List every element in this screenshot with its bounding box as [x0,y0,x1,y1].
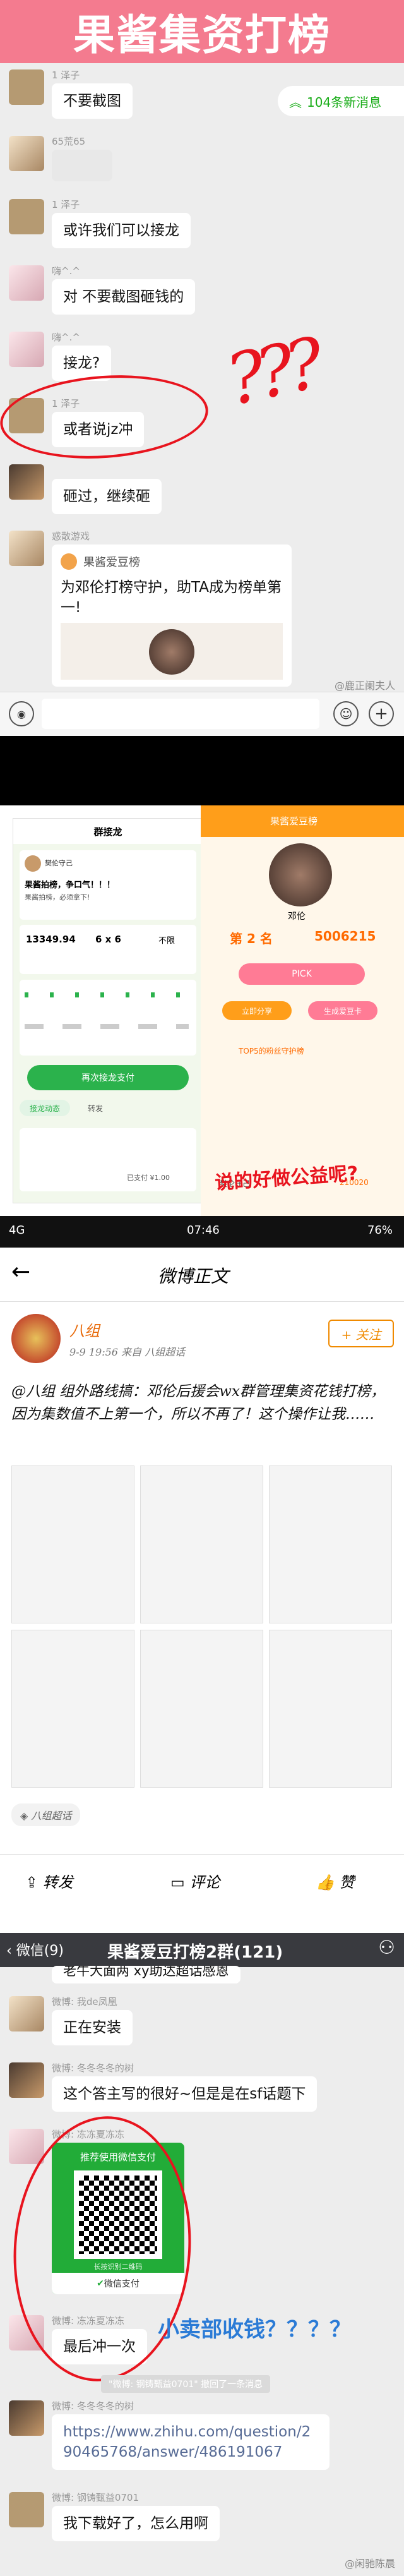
rank-number: 第 2 名 [230,931,273,946]
post-image[interactable] [269,1466,392,1623]
screen-title: 群接龙 [13,819,203,844]
repost-icon: ⇪ [25,1874,43,1891]
title-banner: 果酱集资打榜 [0,0,404,63]
app-logo-icon [61,553,77,570]
share-button[interactable]: 立即分享 [222,1001,292,1020]
follow-button[interactable]: + 关注 [328,1320,394,1347]
avatar[interactable] [9,332,44,367]
voice-icon[interactable]: ◉ [9,701,34,726]
relay-list: 已支付 ¥1.00 [20,1128,196,1191]
score: 5006215 [314,929,376,944]
avatar[interactable] [9,136,44,171]
comment-icon: ▭ [170,1874,190,1891]
post-image[interactable] [140,1630,263,1788]
unread-messages-badge[interactable]: ︽ 104条新消息 [278,86,404,116]
message-bubble[interactable] [52,150,112,181]
username[interactable]: 八组 [69,1318,100,1340]
plus-icon[interactable]: + [369,701,394,726]
group-relay-screen: 群接龙 樊伦守己 果酱拍榜，争口气！！！ 果酱拍榜，必须拿下! 13349.94… [13,818,203,1203]
message-bubble[interactable]: 这个答主写的很好~但是是在sf话题下 [52,2076,318,2112]
sender-name: 1 泽子 [52,69,80,81]
group-members-icon[interactable]: ⚇ [378,1937,395,1959]
banner-title: 果酱集资打榜 [73,11,331,59]
sender-name: 惑散游戏 [52,531,90,542]
sender-name: 65荒65 [52,136,86,147]
message-bubble[interactable]: 对 不要截图砸钱的 [52,279,196,315]
question-marks-annotation: ??? [220,323,324,421]
message-bubble[interactable]: 正在安装 [52,2010,133,2045]
blue-annotation: 小卖部收钱？？？？ [158,2317,351,2342]
avatar[interactable] [9,199,44,234]
repost-button[interactable]: ⇪ 转发 [25,1870,73,1892]
message-bubble[interactable]: 我下载好了，怎么用啊 [52,2506,220,2541]
avatar[interactable] [9,2129,44,2164]
message-bubble[interactable]: 老牛大面两 xy助达超话感恩 [52,1966,241,1983]
chevron-up-icon: ︽ [289,94,302,110]
avatar [25,855,41,872]
sender-name: 嗨^.^ [52,265,80,277]
sender-name: 嗨^.^ [52,332,80,343]
red-circle-annotation [0,368,211,466]
black-divider [0,736,404,805]
avatar[interactable] [9,2492,44,2527]
back-button[interactable]: ‹ 微信(9) [6,1939,64,1959]
post-image[interactable] [11,1630,134,1788]
mini-program-card[interactable]: 果酱爱豆榜 为邓伦打榜守护，助TA成为榜单第一! [52,545,292,687]
diamond-icon: ◈ [20,1810,32,1822]
status-bar: 4G 07:46 76% [0,1216,404,1248]
pick-button[interactable]: PICK [239,963,365,985]
message-input[interactable] [42,699,319,729]
idol-avatar [269,843,332,906]
idol-rank-screen: 果酱爱豆榜 邓伦 第 2 名 5006215 PICK 立即分享 生成爱豆卡 T… [201,805,404,1216]
watermark: @闲驰陈晨 [344,2558,395,2570]
avatar[interactable] [9,1996,44,2031]
page-title: 微博正文 [158,1266,229,1287]
avatar[interactable] [9,69,44,105]
post-image[interactable] [269,1630,392,1788]
avatar[interactable] [9,531,44,566]
tab-forward[interactable]: 转发 [76,1100,114,1116]
post-image[interactable] [11,1466,134,1623]
total-amount: 13349.94 [26,934,76,945]
message-bubble[interactable]: 砸过，继续砸 [52,479,162,514]
avatar[interactable] [9,2400,44,2436]
watermark: @鹿正阑夫人 [334,680,395,692]
avatar[interactable] [9,464,44,500]
card-image [61,623,283,680]
avatar[interactable] [9,265,44,301]
emoji-icon[interactable]: ☺ [333,701,359,726]
message-bubble[interactable]: 不要截图 [52,83,133,119]
card-title: 为邓伦打榜守护，助TA成为榜单第一! [61,579,282,616]
system-notice: "微博: 钢铸甄益0701" 撤回了一条消息 [101,2375,271,2393]
message-bubble[interactable]: 或许我们可以接龙 [52,213,191,248]
relay-pay-button[interactable]: 再次接龙支付 [27,1065,189,1090]
like-button[interactable]: 👍 赞 [316,1870,355,1892]
chat-input-bar: ◉ ☺ + [0,692,404,736]
chat-header: ‹ 微信(9) 果酱爱豆打榜2群(121) ⚇ [0,1933,404,1967]
idol-card-button[interactable]: 生成爱豆卡 [308,1001,377,1020]
sender-name: 1 泽子 [52,199,80,210]
topic-tag[interactable]: ◈ 八组超话 [11,1803,81,1826]
weibo-post-screenshot: ← 微博正文 八组 9-9 19:56 来自 八组超话 + 关注 @八组 组外路… [0,1248,404,1933]
group-title: 果酱爱豆打榜2群(121) [107,1943,283,1962]
avatar[interactable] [9,2062,44,2098]
wechat-group-2-screenshot: ‹ 微信(9) 果酱爱豆打榜2群(121) ⚇ 老牛大面两 xy助达超话感恩 微… [0,1933,404,2576]
tab-relay-activity[interactable]: 接龙动态 [20,1100,70,1116]
wechat-group-screenshot: 果酱集资打榜 1 泽子 不要截图 ︽ 104条新消息 65荒65 1 泽子 或许… [0,0,404,736]
link-message[interactable]: https://www.zhihu.com/question/290465768… [52,2414,330,2470]
thumbs-up-icon: 👍 [316,1874,340,1891]
back-arrow-icon[interactable]: ← [11,1259,30,1285]
post-body: @八组 组外路线搞：邓伦后援会wx群管理集资花钱打榜，因为集数值不上第一个，所以… [11,1383,385,1423]
comment-button[interactable]: ▭ 评论 [170,1870,220,1892]
post-image[interactable] [140,1466,263,1623]
user-avatar[interactable] [11,1314,61,1363]
